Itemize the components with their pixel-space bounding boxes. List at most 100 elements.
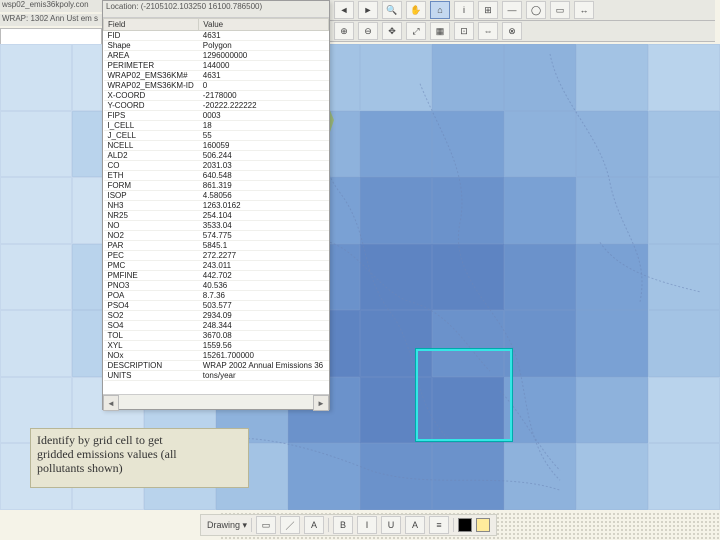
selected-cell-highlight bbox=[416, 349, 512, 441]
format-button[interactable]: U bbox=[381, 516, 401, 534]
table-row[interactable]: I_CELL18 bbox=[104, 121, 329, 131]
col-value[interactable]: Value bbox=[199, 19, 329, 31]
toolbar-button[interactable]: ✥ bbox=[382, 22, 402, 40]
format-button[interactable]: I bbox=[357, 516, 377, 534]
toolbar-button[interactable]: ✋ bbox=[406, 1, 426, 19]
toolbar-button[interactable]: ⌂ bbox=[430, 1, 450, 19]
format-button[interactable]: A bbox=[405, 516, 425, 534]
table-cell: 442.702 bbox=[199, 271, 329, 281]
toolbar-button[interactable]: ▭ bbox=[550, 1, 570, 19]
table-row[interactable]: ShapePolygon bbox=[104, 41, 329, 51]
table-row[interactable]: PSO4503.577 bbox=[104, 301, 329, 311]
table-row[interactable]: POA8.7.36 bbox=[104, 291, 329, 301]
table-row[interactable]: ISOP4.58056 bbox=[104, 191, 329, 201]
table-row[interactable]: NCELL160059 bbox=[104, 141, 329, 151]
table-cell: 243.011 bbox=[199, 261, 329, 271]
text-tool-icon[interactable]: A bbox=[304, 516, 324, 534]
table-cell: -2178000 bbox=[199, 91, 329, 101]
table-row[interactable]: SO4248.344 bbox=[104, 321, 329, 331]
table-cell: 55 bbox=[199, 131, 329, 141]
table-cell: FORM bbox=[104, 181, 199, 191]
table-row[interactable]: PMFINE442.702 bbox=[104, 271, 329, 281]
table-cell: NOx bbox=[104, 351, 199, 361]
annotation-callout: Identify by grid cell to get gridded emi… bbox=[30, 428, 249, 488]
format-button[interactable]: B bbox=[333, 516, 353, 534]
table-row[interactable]: PMC243.011 bbox=[104, 261, 329, 271]
fill-color-swatch[interactable] bbox=[476, 518, 490, 532]
table-row[interactable]: NH31263.0162 bbox=[104, 201, 329, 211]
toolbar-button[interactable]: ⇔ bbox=[478, 22, 498, 40]
toolbar-button[interactable]: ◄ bbox=[334, 1, 354, 19]
table-row[interactable]: FORM861.319 bbox=[104, 181, 329, 191]
table-row[interactable]: SO22934.09 bbox=[104, 311, 329, 321]
table-row[interactable]: PAR5845.1 bbox=[104, 241, 329, 251]
table-cell: 4631 bbox=[199, 71, 329, 81]
format-button[interactable]: ≡ bbox=[429, 516, 449, 534]
table-row[interactable]: FID4631 bbox=[104, 31, 329, 41]
toolbar-button[interactable]: ⊕ bbox=[334, 22, 354, 40]
table-cell: tons/year bbox=[199, 371, 329, 381]
table-row[interactable]: NO2574.775 bbox=[104, 231, 329, 241]
table-row[interactable]: ALD2506.244 bbox=[104, 151, 329, 161]
table-row[interactable]: TOL3670.08 bbox=[104, 331, 329, 341]
table-cell: 5845.1 bbox=[199, 241, 329, 251]
toolbar-button[interactable]: ⊖ bbox=[358, 22, 378, 40]
scroll-track[interactable] bbox=[119, 395, 313, 409]
toolbar-button[interactable]: ↔ bbox=[574, 1, 594, 19]
toolbar-button[interactable]: ◯ bbox=[526, 1, 546, 19]
scroll-left-button[interactable]: ◄ bbox=[103, 395, 119, 411]
table-cell: 4631 bbox=[199, 31, 329, 41]
table-row[interactable]: NOx15261.700000 bbox=[104, 351, 329, 361]
table-cell: WRAP 2002 Annual Emissions 36 bbox=[199, 361, 329, 371]
table-cell: NR25 bbox=[104, 211, 199, 221]
pointer-tool-icon[interactable]: ▭ bbox=[256, 516, 276, 534]
table-cell: Polygon bbox=[199, 41, 329, 51]
col-field[interactable]: Field bbox=[104, 19, 199, 31]
table-cell: SO2 bbox=[104, 311, 199, 321]
table-cell: 40.536 bbox=[199, 281, 329, 291]
table-row[interactable]: XYL1559.56 bbox=[104, 341, 329, 351]
toolbar-button[interactable]: ⤢ bbox=[406, 22, 426, 40]
toolbar-editor: ⊕⊖✥⤢▦⊡⇔⊗ bbox=[330, 21, 715, 42]
table-row[interactable]: Y-COORD-20222.222222 bbox=[104, 101, 329, 111]
table-row[interactable]: PERIMETER144000 bbox=[104, 61, 329, 71]
table-cell: SO4 bbox=[104, 321, 199, 331]
toolbar-button[interactable]: i bbox=[454, 1, 474, 19]
table-row[interactable]: PEC272.2277 bbox=[104, 251, 329, 261]
table-row[interactable]: WRAP02_EMS36KM-ID0 bbox=[104, 81, 329, 91]
toolbar-button[interactable]: — bbox=[502, 1, 522, 19]
table-cell: WRAP02_EMS36KM-ID bbox=[104, 81, 199, 91]
drawing-menu[interactable]: Drawing ▾ bbox=[207, 520, 247, 531]
table-cell: AREA bbox=[104, 51, 199, 61]
identify-scrollbar[interactable]: ◄ ► bbox=[103, 394, 329, 409]
toolbar-button[interactable]: ► bbox=[358, 1, 378, 19]
table-row[interactable]: UNITStons/year bbox=[104, 371, 329, 381]
table-row[interactable]: FIPS0003 bbox=[104, 111, 329, 121]
table-cell: FIPS bbox=[104, 111, 199, 121]
identify-table[interactable]: Field Value FID4631ShapePolygonAREA12960… bbox=[103, 18, 329, 394]
table-row[interactable]: X-COORD-2178000 bbox=[104, 91, 329, 101]
table-cell: PSO4 bbox=[104, 301, 199, 311]
table-row[interactable]: NR25254.104 bbox=[104, 211, 329, 221]
table-row[interactable]: AREA1296000000 bbox=[104, 51, 329, 61]
line-color-swatch[interactable] bbox=[458, 518, 472, 532]
table-row[interactable]: CO2031.03 bbox=[104, 161, 329, 171]
table-cell: 0003 bbox=[199, 111, 329, 121]
table-row[interactable]: PNO340.536 bbox=[104, 281, 329, 291]
toolbar-button[interactable]: 🔍 bbox=[382, 1, 402, 19]
table-cell: J_CELL bbox=[104, 131, 199, 141]
table-row[interactable]: WRAP02_EMS36KM#4631 bbox=[104, 71, 329, 81]
toolbar-button[interactable]: ⊡ bbox=[454, 22, 474, 40]
table-row[interactable]: ETH640.548 bbox=[104, 171, 329, 181]
scroll-right-button[interactable]: ► bbox=[313, 395, 329, 411]
toolbar-button[interactable]: ⊗ bbox=[502, 22, 522, 40]
table-row[interactable]: J_CELL55 bbox=[104, 131, 329, 141]
toolbar-button[interactable]: ⊞ bbox=[478, 1, 498, 19]
table-cell: WRAP02_EMS36KM# bbox=[104, 71, 199, 81]
toolbar-button[interactable]: ▦ bbox=[430, 22, 450, 40]
table-row[interactable]: DESCRIPTIONWRAP 2002 Annual Emissions 36 bbox=[104, 361, 329, 371]
line-tool-icon[interactable]: ／ bbox=[280, 516, 300, 534]
table-cell: PNO3 bbox=[104, 281, 199, 291]
table-row[interactable]: NO3533.04 bbox=[104, 221, 329, 231]
table-cell: PEC bbox=[104, 251, 199, 261]
